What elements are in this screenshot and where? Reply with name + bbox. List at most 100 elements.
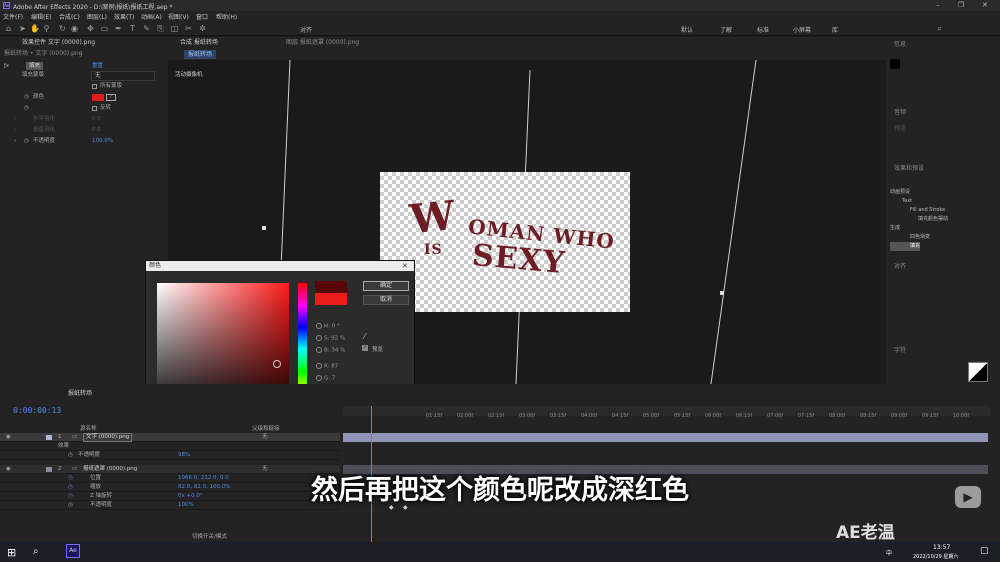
character-panel-title[interactable]: 字符 [894, 345, 906, 356]
close-icon[interactable]: ✕ [982, 1, 988, 9]
parent-select[interactable]: 无 [262, 433, 268, 442]
preview-checkbox[interactable]: ✓ [362, 345, 368, 351]
composition-canvas[interactable]: W OMAN WHO IS SEXY [380, 172, 630, 312]
home-icon[interactable]: ⌂ [4, 24, 13, 33]
menu-effect[interactable]: 效果(T) [114, 12, 134, 21]
zoom-tool-icon[interactable]: ⚲ [42, 24, 51, 33]
tree-item[interactable]: 生成 [890, 224, 948, 233]
workspace-default[interactable]: 默认 [681, 25, 693, 34]
maximize-icon[interactable]: ❐ [958, 1, 964, 9]
stopwatch-icon[interactable]: ◷ [24, 137, 29, 145]
eyedropper-icon[interactable]: ⁄ [106, 94, 116, 101]
g-value[interactable]: 7 [332, 376, 336, 382]
minimize-icon[interactable]: – [936, 1, 940, 9]
text-tool-icon[interactable]: T [128, 24, 137, 33]
tab-timeline[interactable]: 报纸转场 [68, 388, 92, 399]
tree-item[interactable]: 动画预设 [890, 188, 948, 197]
color-swatch[interactable] [92, 94, 104, 101]
menu-composition[interactable]: 合成(C) [59, 12, 80, 21]
stopwatch-icon[interactable]: ◷ [68, 451, 73, 460]
audio-panel-title[interactable]: 音频 [894, 107, 906, 118]
eraser-tool-icon[interactable]: ◫ [170, 24, 179, 33]
radio-h[interactable]: H: 0 ° [316, 323, 340, 330]
chevron-right-icon[interactable]: › [14, 115, 16, 123]
h-value[interactable]: 0 ° [332, 324, 340, 330]
label-color[interactable] [46, 435, 52, 440]
hand-tool-icon[interactable]: ✋ [30, 24, 40, 33]
menu-animation[interactable]: 动画(A) [141, 12, 162, 21]
cancel-button[interactable]: 取消 [363, 295, 409, 305]
align-label[interactable]: 对齐 [300, 25, 312, 34]
menu-view[interactable]: 视图(V) [168, 12, 189, 21]
stamp-tool-icon[interactable]: ⎘ [156, 24, 165, 33]
fx-icon[interactable]: ƒx [4, 62, 9, 70]
tab-layer[interactable]: 图层 报纸遮罩 (0000).png [286, 37, 359, 48]
tree-item[interactable]: Fill and Stroke [890, 206, 948, 215]
radio-g[interactable]: G: 7 [316, 375, 335, 382]
tree-item[interactable]: 填充颜色摆动 [890, 215, 948, 224]
preview-panel-title[interactable]: 预览 [894, 123, 906, 134]
r-value[interactable]: 87 [331, 364, 338, 370]
after-effects-taskbar-icon[interactable]: Ae [66, 544, 80, 558]
chevron-right-icon[interactable]: › [14, 137, 16, 145]
workspace-standard[interactable]: 标准 [757, 25, 769, 34]
anchor-tool-icon[interactable]: ✥ [86, 24, 95, 33]
opacity-value[interactable]: 100.0% [92, 137, 113, 145]
menu-file[interactable]: 文件(F) [3, 12, 23, 21]
radio-b[interactable]: B: 34 % [316, 347, 345, 354]
s-value[interactable]: 92 % [331, 336, 345, 342]
tab-effect-controls[interactable]: 效果控件 文字 (0000).png [22, 37, 95, 48]
rotate-tool-icon[interactable]: ↻ [58, 24, 67, 33]
property-value[interactable]: 98% [178, 451, 190, 460]
search-icon[interactable]: ⌕ [935, 24, 944, 33]
menu-layer[interactable]: 图层(L) [87, 12, 107, 21]
v-feather-value[interactable]: 0.0 [92, 126, 101, 134]
color-cursor[interactable] [273, 360, 281, 368]
brush-tool-icon[interactable]: ✎ [142, 24, 151, 33]
selection-tool-icon[interactable]: ➤ [18, 24, 27, 33]
all-masks-checkbox[interactable] [92, 84, 97, 89]
workspace-learn[interactable]: 了解 [720, 25, 732, 34]
tree-item[interactable]: 填充 [890, 242, 920, 251]
eye-icon[interactable]: ◉ [6, 433, 11, 442]
pen-tool-icon[interactable]: ✒ [114, 24, 123, 33]
radio-s[interactable]: S: 92 % [316, 335, 345, 342]
radio-r[interactable]: R: 87 [316, 363, 338, 370]
breadcrumb[interactable]: 报纸转场 [184, 50, 217, 59]
camera-tool-icon[interactable]: ◉ [70, 24, 79, 33]
effects-presets-title[interactable]: 效果和预设 [894, 163, 924, 174]
layer-1-bar[interactable] [343, 433, 988, 442]
layer-name[interactable]: 文字 (0000).png [83, 433, 133, 442]
tree-item[interactable]: 四色渐变 [890, 233, 948, 242]
tree-item[interactable]: Text [890, 197, 948, 206]
shape-tool-icon[interactable]: ▭ [100, 24, 109, 33]
ime-indicator[interactable]: 中 [886, 548, 892, 557]
clock-time[interactable]: 13:57 [933, 544, 950, 551]
stopwatch-icon[interactable]: ◷ [24, 93, 29, 101]
b-value[interactable]: 34 % [331, 348, 345, 354]
layer-row-1[interactable]: ◉ 1 ▭ 文字 (0000).png 无 [0, 433, 340, 442]
search-icon[interactable]: ⌕ [33, 546, 39, 557]
toggle-switches-modes[interactable]: 切换开关/模式 [192, 532, 227, 540]
windows-start-icon[interactable]: ⊞ [7, 546, 16, 559]
notification-icon[interactable]: ▢ [980, 546, 989, 556]
effect-name[interactable]: 填充 [26, 62, 44, 70]
align-panel-title[interactable]: 对齐 [894, 261, 906, 272]
chevron-right-icon[interactable]: › [14, 126, 16, 134]
info-panel-title[interactable]: 信息 [894, 39, 906, 50]
menu-edit[interactable]: 编辑(E) [31, 12, 51, 21]
fill-mask-select[interactable]: 无 [91, 71, 155, 81]
clock-date[interactable]: 2022/10/29 星期六 [913, 553, 958, 560]
timecode[interactable]: 0:00:00:13 [13, 406, 61, 415]
h-feather-value[interactable]: 0.0 [92, 115, 101, 123]
close-icon[interactable]: ✕ [402, 262, 408, 270]
invert-checkbox[interactable] [92, 106, 97, 111]
workspace-library[interactable]: 库 [832, 25, 838, 34]
workspace-small-screen[interactable]: 小屏幕 [793, 25, 811, 34]
stopwatch-icon[interactable]: ◷ [24, 104, 29, 112]
menu-window[interactable]: 窗口 [196, 12, 208, 21]
puppet-tool-icon[interactable]: ✲ [198, 24, 207, 33]
roto-tool-icon[interactable]: ✂ [184, 24, 193, 33]
fill-stroke-swatch[interactable] [968, 362, 988, 382]
effects-label[interactable]: 效果 [58, 442, 69, 451]
